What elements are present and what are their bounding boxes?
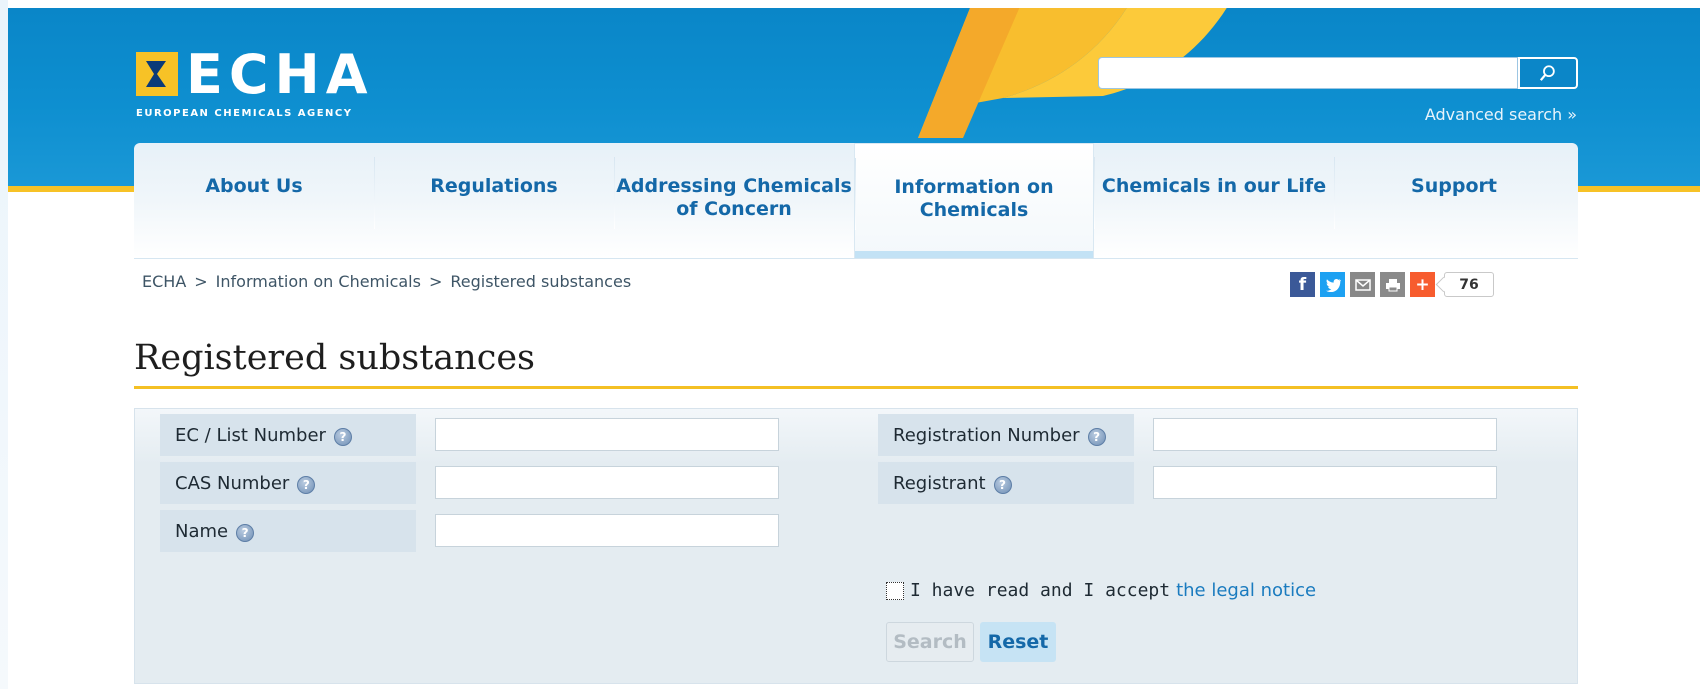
breadcrumb-information-on-chemicals[interactable]: Information on Chemicals: [216, 272, 421, 291]
help-icon[interactable]: ?: [297, 476, 316, 494]
twitter-bird-glyph: [1325, 278, 1341, 292]
registrant-input[interactable]: [1153, 466, 1497, 499]
breadcrumb-separator: >: [194, 272, 208, 291]
help-icon[interactable]: ?: [993, 476, 1012, 494]
breadcrumb: ECHA > Information on Chemicals > Regist…: [142, 272, 631, 291]
ec-list-number-input[interactable]: [435, 418, 779, 451]
reset-button[interactable]: Reset: [980, 622, 1056, 662]
registrant-label: Registrant ?: [878, 462, 1134, 504]
name-label-text: Name: [175, 520, 229, 542]
addthis-icon[interactable]: +: [1410, 272, 1435, 297]
help-icon[interactable]: ?: [1087, 428, 1106, 446]
advanced-search-link[interactable]: Advanced search »: [1300, 105, 1577, 124]
registrant-label-text: Registrant: [893, 472, 986, 494]
nav-item-label: About Us: [205, 175, 303, 197]
main-nav: About Us Regulations Addressing Chemical…: [134, 143, 1578, 258]
registration-number-label: Registration Number ?: [878, 414, 1134, 456]
cas-number-label-text: CAS Number: [175, 472, 290, 494]
logo-mark-icon: [136, 52, 178, 96]
nav-item-label: Regulations: [430, 175, 558, 197]
ec-list-number-label-text: EC / List Number: [175, 424, 326, 446]
ec-list-number-label: EC / List Number ?: [160, 414, 416, 456]
search-submit-button[interactable]: [1518, 57, 1578, 89]
facebook-icon[interactable]: f: [1290, 272, 1315, 297]
top-border: [0, 0, 1700, 8]
nav-item-about-us[interactable]: About Us: [134, 143, 374, 258]
title-underline: [134, 386, 1578, 389]
legal-notice-checkbox[interactable]: [886, 581, 904, 600]
breadcrumb-registered-substances: Registered substances: [450, 272, 632, 291]
site-search-input[interactable]: [1098, 57, 1518, 89]
nav-item-label: Information on Chemicals: [894, 176, 1054, 221]
legal-notice-row: I have read and I accept the legal notic…: [886, 580, 1316, 601]
nav-item-support[interactable]: Support: [1334, 143, 1574, 258]
share-count-badge: 76: [1444, 272, 1494, 297]
nav-item-information-on-chemicals[interactable]: Information on Chemicals: [854, 143, 1094, 258]
logo-subtitle: EUROPEAN CHEMICALS AGENCY: [136, 108, 353, 119]
legal-notice-text: I have read and I accept: [910, 580, 1171, 601]
name-input[interactable]: [435, 514, 779, 547]
page-title: Registered substances: [134, 338, 535, 378]
nav-item-label: Addressing Chemicals of Concern: [616, 175, 852, 220]
nav-item-addressing-chemicals[interactable]: Addressing Chemicals of Concern: [614, 143, 854, 258]
nav-divider: [134, 258, 1578, 259]
share-bar: f + 76: [1290, 272, 1494, 297]
legal-notice-link[interactable]: the legal notice: [1176, 580, 1316, 601]
email-icon[interactable]: [1350, 272, 1375, 297]
breadcrumb-separator: >: [428, 272, 443, 291]
cas-number-label: CAS Number ?: [160, 462, 416, 504]
cas-number-input[interactable]: [435, 466, 779, 499]
nav-item-chemicals-in-our-life[interactable]: Chemicals in our Life: [1094, 143, 1334, 258]
left-edge: [0, 0, 8, 689]
twitter-icon[interactable]: [1320, 272, 1345, 297]
help-icon[interactable]: ?: [333, 428, 352, 446]
nav-item-label: Support: [1411, 175, 1497, 197]
magnifier-icon: [1539, 65, 1555, 81]
printer-glyph: [1385, 278, 1400, 291]
nav-item-label: Chemicals in our Life: [1101, 175, 1327, 197]
registration-number-input[interactable]: [1153, 418, 1497, 451]
print-icon[interactable]: [1380, 272, 1405, 297]
logo-text: ECHA: [186, 43, 374, 106]
nav-item-regulations[interactable]: Regulations: [374, 143, 614, 258]
registration-number-label-text: Registration Number: [893, 424, 1080, 446]
breadcrumb-echa[interactable]: ECHA: [142, 272, 186, 291]
envelope-glyph: [1354, 278, 1371, 291]
help-icon[interactable]: ?: [236, 524, 255, 542]
search-button[interactable]: Search: [886, 622, 974, 662]
name-label: Name ?: [160, 510, 416, 552]
